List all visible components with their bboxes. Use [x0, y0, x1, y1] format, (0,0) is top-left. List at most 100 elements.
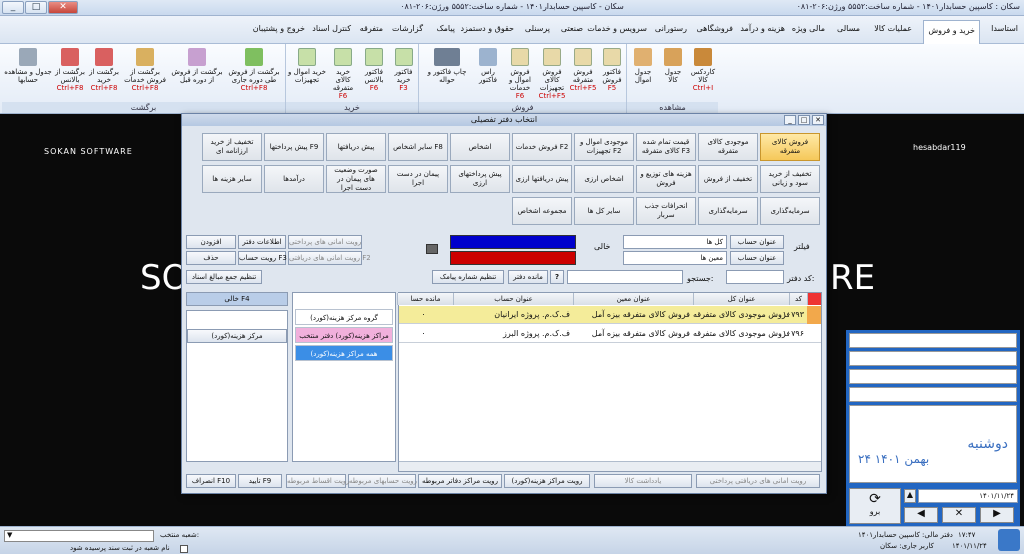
equipment-purchase-button[interactable]: خرید اموال و تجهیزات [288, 46, 326, 100]
col-header[interactable]: عنوان حساب [453, 293, 573, 305]
dialog-minimize-button[interactable]: _ [784, 115, 796, 125]
up-arrow-button[interactable]: ▲ [904, 489, 916, 503]
tile[interactable]: فروش خدمات F2 [512, 133, 572, 161]
list-item[interactable]: مراکز هزینه(کورد) دفتر منتخب [295, 327, 393, 343]
col-header[interactable]: عنوان معین [573, 293, 693, 305]
ledger-code-input[interactable] [726, 270, 784, 284]
menu-item[interactable]: رستورانی [651, 22, 691, 35]
maximize-button[interactable]: □ [25, 1, 47, 14]
tile[interactable]: سایر کل ها [574, 197, 634, 225]
tile[interactable]: صورت وضعیت های پیمان در دست اجرا [326, 165, 386, 193]
menu-item[interactable]: پیامک [432, 22, 459, 35]
goods-note-button[interactable]: یادداشت کالا [594, 474, 692, 488]
dialog-maximize-button[interactable]: □ [798, 115, 810, 125]
tile[interactable]: تخفیف از خرید سود و زیانی [760, 165, 820, 193]
view-amani-bottom-button[interactable]: رویت امانی های دریافتی پرداختی [696, 474, 820, 488]
tile[interactable]: پیش دریافتها ارزی [512, 165, 572, 193]
tile[interactable]: پیش پرداختها F9 [264, 133, 324, 161]
view-related-centers-button[interactable]: رویت مراکز دفاتر مربوطه [418, 474, 502, 488]
tile[interactable]: تخفیف از خرید ارزانامه ای [202, 133, 262, 161]
return-purchase-button[interactable]: برگشت از خرید Ctrl+F8 [88, 46, 120, 100]
cardex-button[interactable]: کاردکس کالا Ctrl+I [689, 46, 717, 100]
tile[interactable]: موجودی اموال و تجهیزات F2 [574, 133, 634, 161]
print-invoice-button[interactable]: چاپ فاکتور و حواله [423, 46, 471, 100]
tile[interactable]: مجموعه اشخاص [512, 197, 572, 225]
ledger-balance-button[interactable]: مانده دفتر [508, 270, 548, 284]
tile[interactable]: پیمان در دست اجرا [388, 165, 448, 193]
goods-table-button[interactable]: جدول کالا [659, 46, 687, 100]
menu-item[interactable]: گزارشات [388, 22, 427, 35]
menu-item[interactable]: فروشگاهی [692, 22, 737, 35]
col-header[interactable]: عنوان کل [693, 293, 789, 305]
delete-button[interactable]: حذف [186, 251, 236, 265]
moin-input[interactable]: معین ها [623, 251, 727, 265]
next-button[interactable]: ▶ [980, 507, 1014, 523]
tile[interactable]: موجودی کالای متفرقه [698, 133, 758, 161]
view-cost-centers-button[interactable]: رویت مراکز هزینه(کورد) [504, 474, 590, 488]
menu-item[interactable]: مسالی [833, 22, 864, 35]
previous-button[interactable]: ◀ [904, 507, 938, 523]
menu-item[interactable]: متفرقه [356, 22, 387, 35]
tile[interactable]: سایر اشخاص F8 [388, 133, 448, 161]
table-row[interactable]: ۱۰۷۹۳ فروش موجودی کالای متفرقه فروش کالا… [399, 306, 821, 324]
sms-settings-button[interactable]: تنظیم شماره پیامک [432, 270, 504, 284]
return-services-button[interactable]: برگشت از فروش خدمات Ctrl+F8 [122, 46, 168, 100]
list-item[interactable]: گروه مرکز هزینه(کورد) [295, 309, 393, 325]
menu-item[interactable]: کنترل اسناد [308, 22, 355, 35]
menu-item[interactable]: صنعتی [557, 22, 587, 35]
branch-checkbox[interactable] [180, 545, 188, 553]
menu-item[interactable]: عملیات کالا [870, 22, 916, 35]
menu-item[interactable]: سرویس و خدمات [583, 22, 651, 35]
accounts-table-button[interactable]: جدول و مشاهده حسابها [4, 46, 52, 100]
sales-invoice-button[interactable]: فاکتور فروش F5 [599, 46, 625, 100]
view-amani-paid-button[interactable]: رویت امانی های پرداختی [288, 235, 362, 249]
purchase-invoice-button[interactable]: فاکتور خرید F3 [390, 46, 417, 100]
search-input[interactable] [567, 270, 683, 284]
menu-item[interactable]: خروج و پشتیبان [249, 22, 309, 35]
misc-sales-button[interactable]: فروش متفرقه Ctrl+F5 [569, 46, 597, 100]
return-sales-current-button[interactable]: برگشت از فروش طی دوره جاری Ctrl+F8 [226, 46, 282, 100]
cancel-button[interactable]: انصراف F10 [186, 474, 236, 488]
list-item[interactable]: همه مراکز هزینه(کورد) [295, 345, 393, 361]
table-row[interactable]: ۱۰۷۹۶ فروش موجودی کالای متفرقه فروش کالا… [399, 325, 821, 343]
add-button[interactable]: افزودن [186, 235, 236, 249]
view-related-installments-button[interactable]: رویت اقساط مربوطه [286, 474, 350, 488]
menu-item[interactable]: پرسنلی [521, 22, 554, 35]
moin-title-button[interactable]: عنوان حساب [730, 251, 784, 265]
return-balance-button[interactable]: برگشت از بالانس Ctrl+F8 [54, 46, 86, 100]
tile[interactable]: هزینه های توزیع و فروش [636, 165, 696, 193]
horizontal-scrollbar[interactable] [399, 461, 821, 471]
tile[interactable]: قیمت تمام شده کالای متفرقه F3 [636, 133, 696, 161]
tile[interactable]: سرمایه‌گذاری [760, 197, 820, 225]
return-sales-previous-button[interactable]: برگشت از فروش از دوره قبل [170, 46, 224, 100]
ledger-info-button[interactable]: اطلاعات دفتر [238, 235, 286, 249]
menu-item[interactable]: مالی ویژه [788, 22, 829, 35]
invoice-head-button[interactable]: راس فاکتور [473, 46, 503, 100]
dialog-close-button[interactable]: ✕ [812, 115, 824, 125]
tile[interactable]: اشخاص ارزی [574, 165, 634, 193]
menu-item[interactable]: حقوق و دستمزد [456, 22, 518, 35]
go-button[interactable]: ⟳ برو [849, 488, 901, 524]
tile[interactable]: تخفیف از فروش [698, 165, 758, 193]
tile[interactable]: انحرافات جذب سربار [636, 197, 696, 225]
menu-item[interactable]: هزینه و درآمد [736, 22, 789, 35]
branch-select[interactable]: ▼ [4, 530, 154, 542]
cost-center-header[interactable]: مرکز هزینه(کورد) [187, 329, 287, 343]
misc-purchase-button[interactable]: خرید کالای متفرقه F6 [328, 46, 358, 100]
empty-f4-header[interactable]: خالی F4 [186, 292, 288, 306]
assets-table-button[interactable]: جدول اموال [629, 46, 657, 100]
clear-button[interactable]: ✕ [942, 507, 976, 523]
date-input[interactable]: ۱۴۰۱/۱۱/۲۴ [918, 489, 1018, 503]
view-related-accounts-button[interactable]: رویت حسابهای مربوطه [348, 474, 417, 488]
tile[interactable]: درآمدها [264, 165, 324, 193]
help-button[interactable]: ? [550, 270, 564, 284]
tile[interactable]: سرمایه‌گذاری [698, 197, 758, 225]
total-settings-button[interactable]: تنظیم جمع مبالغ اسناد [186, 270, 262, 284]
close-button[interactable]: ✕ [48, 1, 78, 14]
kol-title-button[interactable]: عنوان حساب [730, 235, 784, 249]
tile[interactable]: فروش کالای متفرقه [760, 133, 820, 161]
col-header[interactable]: کد [789, 293, 807, 305]
col-header[interactable]: مانده حسا [397, 293, 453, 305]
tile[interactable]: پیش پرداختهای ارزی [450, 165, 510, 193]
menu-item-active[interactable]: خرید و فروش [923, 20, 980, 44]
